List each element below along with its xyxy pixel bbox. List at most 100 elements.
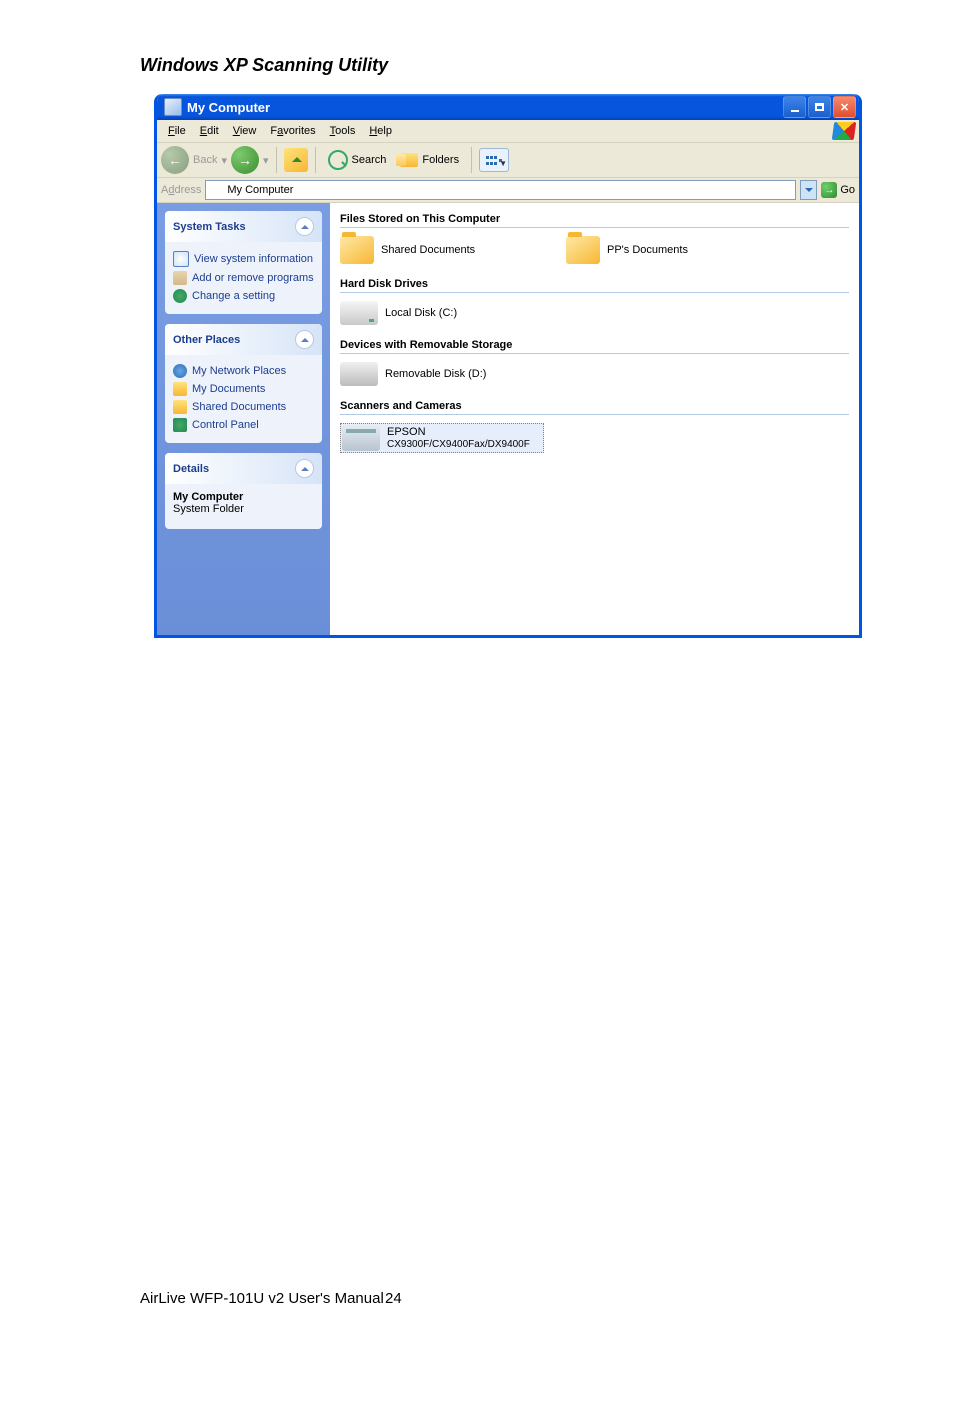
folder-icon	[340, 236, 374, 264]
forward-button[interactable]: →	[231, 146, 259, 174]
item-label: Shared Documents	[381, 244, 475, 256]
network-icon	[173, 364, 187, 378]
menu-file[interactable]: File	[161, 123, 193, 139]
chevron-down-icon: ▼	[499, 159, 502, 162]
other-places-header[interactable]: Other Places	[165, 324, 322, 355]
menubar: File Edit View Favorites Tools Help	[157, 120, 859, 143]
search-icon	[328, 150, 348, 170]
info-icon	[173, 251, 189, 267]
details-header[interactable]: Details	[165, 453, 322, 484]
menu-favorites[interactable]: Favorites	[263, 123, 322, 139]
toolbar: ← Back ▾ → ▾ Search Folders ▼	[157, 143, 859, 178]
task-label: Change a setting	[192, 290, 275, 302]
window-title: My Computer	[187, 100, 270, 115]
menu-view[interactable]: View	[226, 123, 264, 139]
details-type: System Folder	[173, 503, 314, 515]
windows-flag-icon	[832, 122, 857, 140]
group-header: Hard Disk Drives	[340, 278, 849, 293]
views-button[interactable]: ▼	[479, 148, 509, 172]
task-label: Add or remove programs	[192, 272, 314, 284]
page-footer: AirLive WFP-101U v2 User's Manual 24	[140, 1290, 384, 1307]
item-removable-disk-d[interactable]: Removable Disk (D:)	[340, 362, 540, 386]
group-header: Devices with Removable Storage	[340, 339, 849, 354]
details-name: My Computer	[173, 491, 314, 503]
folders-icon	[400, 153, 418, 167]
sidebar: System Tasks View system information Add…	[157, 203, 330, 635]
details-title: Details	[173, 463, 209, 475]
menu-help[interactable]: Help	[362, 123, 399, 139]
go-button[interactable]: → Go	[821, 182, 855, 198]
back-button[interactable]: ←	[161, 146, 189, 174]
place-label: Shared Documents	[192, 401, 286, 413]
group-header: Files Stored on This Computer	[340, 213, 849, 228]
footer-text: AirLive WFP-101U v2 User's Manual	[140, 1290, 384, 1307]
address-input[interactable]: My Computer	[205, 180, 796, 200]
item-shared-documents[interactable]: Shared Documents	[340, 236, 540, 264]
other-places-title: Other Places	[173, 334, 240, 346]
gear-icon	[173, 289, 187, 303]
go-label: Go	[840, 184, 855, 196]
folders-label: Folders	[422, 154, 459, 166]
address-bar: Address My Computer → Go	[157, 178, 859, 203]
menu-tools[interactable]: Tools	[323, 123, 363, 139]
content-area: Files Stored on This Computer Shared Doc…	[330, 203, 859, 635]
folder-icon	[566, 236, 600, 264]
place-controlpanel[interactable]: Control Panel	[173, 416, 314, 434]
task-label: View system information	[194, 253, 313, 265]
disk-icon	[340, 301, 378, 325]
place-label: My Network Places	[192, 365, 286, 377]
item-scanner-epson[interactable]: EPSON CX9300F/CX9400Fax/DX9400F	[340, 423, 544, 453]
place-network[interactable]: My Network Places	[173, 362, 314, 380]
system-tasks-panel: System Tasks View system information Add…	[165, 211, 322, 314]
control-panel-icon	[173, 418, 187, 432]
search-button[interactable]: Search	[323, 148, 392, 172]
page-heading: Windows XP Scanning Utility	[140, 55, 954, 76]
back-label: Back	[193, 154, 217, 166]
folder-icon	[173, 400, 187, 414]
other-places-panel: Other Places My Network Places My Docume…	[165, 324, 322, 443]
place-label: My Documents	[192, 383, 265, 395]
close-button[interactable]	[833, 96, 856, 118]
place-mydocs[interactable]: My Documents	[173, 380, 314, 398]
address-label: Address	[161, 184, 201, 196]
task-change-setting[interactable]: Change a setting	[173, 287, 314, 305]
removable-disk-icon	[340, 362, 378, 386]
search-label: Search	[352, 154, 387, 166]
details-panel: Details My Computer System Folder	[165, 453, 322, 529]
programs-icon	[173, 271, 187, 285]
group-header: Scanners and Cameras	[340, 400, 849, 415]
collapse-icon[interactable]	[295, 459, 314, 478]
item-label: PP's Documents	[607, 244, 688, 256]
maximize-button[interactable]	[808, 96, 831, 118]
address-value: My Computer	[227, 184, 293, 196]
item-label: Removable Disk (D:)	[385, 368, 486, 380]
system-tasks-header[interactable]: System Tasks	[165, 211, 322, 242]
place-shared[interactable]: Shared Documents	[173, 398, 314, 416]
my-computer-icon	[209, 183, 223, 197]
folders-button[interactable]: Folders	[395, 151, 464, 169]
page-number: 24	[385, 1290, 402, 1307]
item-user-documents[interactable]: PP's Documents	[566, 236, 766, 264]
item-label: EPSON CX9300F/CX9400Fax/DX9400F	[387, 426, 530, 450]
scanner-icon	[342, 425, 380, 451]
up-button[interactable]	[284, 148, 308, 172]
collapse-icon[interactable]	[295, 330, 314, 349]
titlebar[interactable]: My Computer	[157, 94, 859, 120]
task-view-system-info[interactable]: View system information	[173, 249, 314, 269]
go-arrow-icon: →	[821, 182, 837, 198]
back-dropdown-icon[interactable]: ▾	[221, 154, 227, 167]
explorer-window: My Computer File Edit View Favorites Too…	[154, 94, 862, 638]
minimize-button[interactable]	[783, 96, 806, 118]
task-add-remove[interactable]: Add or remove programs	[173, 269, 314, 287]
place-label: Control Panel	[192, 419, 259, 431]
system-tasks-title: System Tasks	[173, 221, 246, 233]
address-dropdown[interactable]	[800, 180, 817, 200]
folder-icon	[173, 382, 187, 396]
item-local-disk-c[interactable]: Local Disk (C:)	[340, 301, 540, 325]
forward-dropdown-icon[interactable]: ▾	[263, 154, 269, 167]
menu-edit[interactable]: Edit	[193, 123, 226, 139]
my-computer-icon	[164, 98, 182, 116]
views-icon	[485, 155, 496, 166]
item-label: Local Disk (C:)	[385, 307, 457, 319]
collapse-icon[interactable]	[295, 217, 314, 236]
